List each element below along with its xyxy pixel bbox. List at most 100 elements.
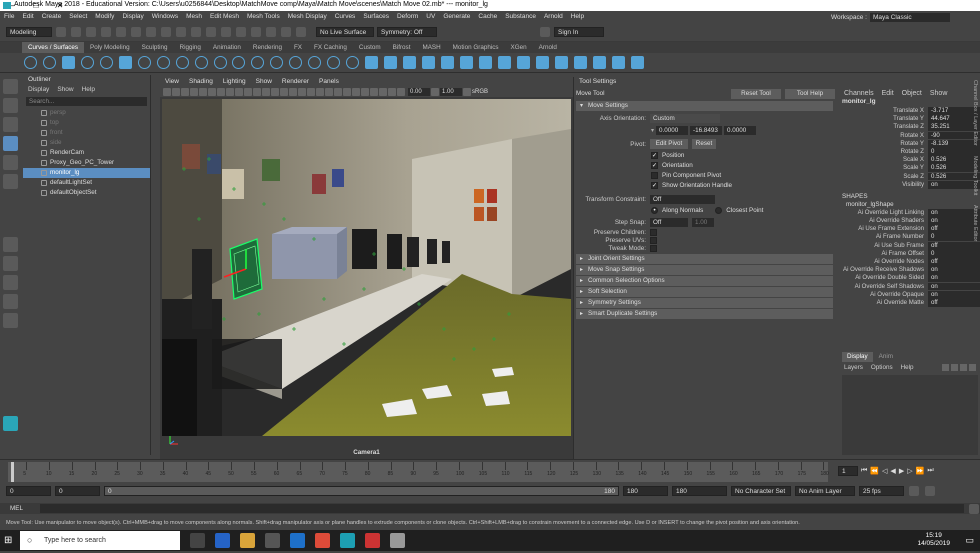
shelf-tab-12[interactable]: XGen: [505, 42, 533, 53]
rebuild-curve-icon[interactable]: [346, 56, 360, 69]
settings-section-1[interactable]: Move Snap Settings: [576, 265, 833, 275]
menu-item-arnold[interactable]: Arnold: [540, 11, 567, 22]
intersect-icon[interactable]: [516, 56, 530, 69]
sculpt-icon[interactable]: [611, 56, 625, 69]
channel-row[interactable]: Scale X 0.526: [840, 156, 980, 165]
shelf-tab-8[interactable]: Custom: [353, 42, 387, 53]
channel-menu-channels[interactable]: Channels: [844, 90, 874, 97]
settings-section-2[interactable]: Common Selection Options: [576, 276, 833, 286]
channel-menu-object[interactable]: Object: [902, 90, 922, 97]
gamma-icon[interactable]: [431, 88, 439, 96]
menu-item-curves[interactable]: Curves: [331, 11, 360, 22]
channel-row[interactable]: Translate X -3.717: [840, 107, 980, 115]
channel-menu-edit[interactable]: Edit: [882, 90, 894, 97]
grid-icon[interactable]: [199, 88, 207, 96]
axis-value-y[interactable]: -16.8493: [690, 125, 723, 135]
xray-joints-icon[interactable]: [379, 88, 387, 96]
menu-item-file[interactable]: File: [0, 11, 18, 22]
step-forward-key-icon[interactable]: ⏩: [916, 467, 925, 475]
textured-icon[interactable]: [298, 88, 306, 96]
pivot-checkbox-1[interactable]: ✓ Orientation: [651, 160, 835, 170]
viewport-menu-shading[interactable]: Shading: [189, 77, 213, 87]
four-view-icon[interactable]: [3, 256, 18, 271]
nurbs-cone-icon[interactable]: [99, 56, 113, 69]
axis-values-toggle-icon[interactable]: ▾: [651, 127, 654, 134]
safe-action-icon[interactable]: [244, 88, 252, 96]
channel-row[interactable]: Translate Z 35.251: [840, 123, 980, 132]
menu-item-surfaces[interactable]: Surfaces: [359, 11, 393, 22]
single-view-icon[interactable]: [3, 237, 18, 252]
channel-row[interactable]: Ai Override Nodes off: [840, 258, 980, 266]
channel-row[interactable]: Rotate X -90: [840, 131, 980, 140]
side-tab-0[interactable]: Channel Box / Layer Editor: [972, 80, 978, 146]
script-editor-icon[interactable]: [969, 503, 979, 514]
playback-start-field[interactable]: 0: [55, 486, 100, 496]
motion-blur-icon[interactable]: [334, 88, 342, 96]
transform-constraint-dropdown[interactable]: Off: [650, 194, 715, 204]
menu-item-deform[interactable]: Deform: [393, 11, 422, 22]
pivot-checkbox-2[interactable]: Pin Component Pivot: [651, 170, 835, 180]
shelf-tab-9[interactable]: Bifrost: [387, 42, 417, 53]
xray-components-icon[interactable]: [388, 88, 396, 96]
cv-curve-icon[interactable]: [156, 56, 170, 69]
range-bar[interactable]: 0 180: [104, 486, 619, 496]
shelf-tab-6[interactable]: FX: [288, 42, 308, 53]
snap-surface-icon[interactable]: [236, 26, 246, 37]
exposure-icon[interactable]: [397, 88, 405, 96]
square-icon[interactable]: [497, 56, 511, 69]
menu-item-display[interactable]: Display: [118, 11, 147, 22]
outliner-item[interactable]: Proxy_Geo_PC_Tower: [23, 158, 150, 168]
safe-title-icon[interactable]: [253, 88, 261, 96]
select-object-icon[interactable]: [146, 26, 156, 37]
camera-image-plane[interactable]: [162, 99, 571, 436]
outliner-item[interactable]: side: [23, 138, 150, 148]
outliner-menu-show[interactable]: Show: [57, 85, 73, 95]
channel-row[interactable]: Ai Frame Number 0: [840, 233, 980, 242]
current-time-indicator[interactable]: [11, 462, 14, 482]
stitch-icon[interactable]: [592, 56, 606, 69]
viewport-menu-show[interactable]: Show: [256, 77, 272, 87]
extrude-icon[interactable]: [422, 56, 436, 69]
anti-alias-icon[interactable]: [343, 88, 351, 96]
gamma-field[interactable]: 1.00: [440, 88, 462, 96]
channel-row[interactable]: Ai Frame Offset 0: [840, 249, 980, 258]
outliner-search-input[interactable]: Search...: [26, 97, 147, 106]
resolution-gate-icon[interactable]: [217, 88, 225, 96]
workspace-dropdown[interactable]: Maya Classic: [870, 12, 950, 22]
field-chart-icon[interactable]: [235, 88, 243, 96]
fps-dropdown[interactable]: 25 fps: [859, 486, 904, 496]
shadows-icon[interactable]: [316, 88, 324, 96]
channel-value[interactable]: on: [928, 290, 980, 299]
select-tool-icon[interactable]: [3, 79, 18, 94]
snap-point-icon[interactable]: [206, 26, 216, 37]
outliner-item[interactable]: monitor_lg: [23, 168, 150, 178]
axis-value-x[interactable]: 0.0000: [656, 125, 689, 135]
sign-in-button[interactable]: Sign In: [554, 26, 604, 37]
windows-start-icon[interactable]: ⊞: [4, 535, 12, 546]
select-hierarchy-icon[interactable]: [131, 26, 141, 37]
planar-icon[interactable]: [403, 56, 417, 69]
shelf-tab-5[interactable]: Rendering: [247, 42, 288, 53]
nurbs-torus-icon[interactable]: [137, 56, 151, 69]
menu-item-edit[interactable]: Edit: [18, 11, 37, 22]
store-icon[interactable]: [264, 533, 280, 548]
character-set-dropdown[interactable]: No Character Set: [731, 486, 791, 496]
play-backwards-icon[interactable]: ◀: [890, 467, 895, 475]
channel-value[interactable]: on: [928, 282, 980, 291]
undo-icon[interactable]: [101, 26, 111, 37]
axis-orientation-dropdown[interactable]: Custom: [650, 113, 720, 123]
along-normals-radio[interactable]: • Along Normals: [651, 206, 703, 216]
shelf-tab-0[interactable]: Curves / Surfaces: [22, 42, 85, 53]
shelf-tab-11[interactable]: Motion Graphics: [447, 42, 505, 53]
outliner-menu-display[interactable]: Display: [28, 85, 49, 95]
nurbs-cylinder-icon[interactable]: [80, 56, 94, 69]
side-tab-2[interactable]: Attribute Editor: [972, 205, 978, 241]
menu-item-help[interactable]: Help: [567, 11, 588, 22]
loft-icon[interactable]: [384, 56, 398, 69]
channel-row[interactable]: Translate Y 44.647: [840, 115, 980, 124]
layer-list[interactable]: [842, 375, 978, 455]
lights-icon[interactable]: [307, 88, 315, 96]
outliner-item[interactable]: RenderCam: [23, 148, 150, 158]
reset-tool-button[interactable]: Reset Tool: [731, 88, 781, 99]
outliner-item[interactable]: front: [23, 128, 150, 138]
